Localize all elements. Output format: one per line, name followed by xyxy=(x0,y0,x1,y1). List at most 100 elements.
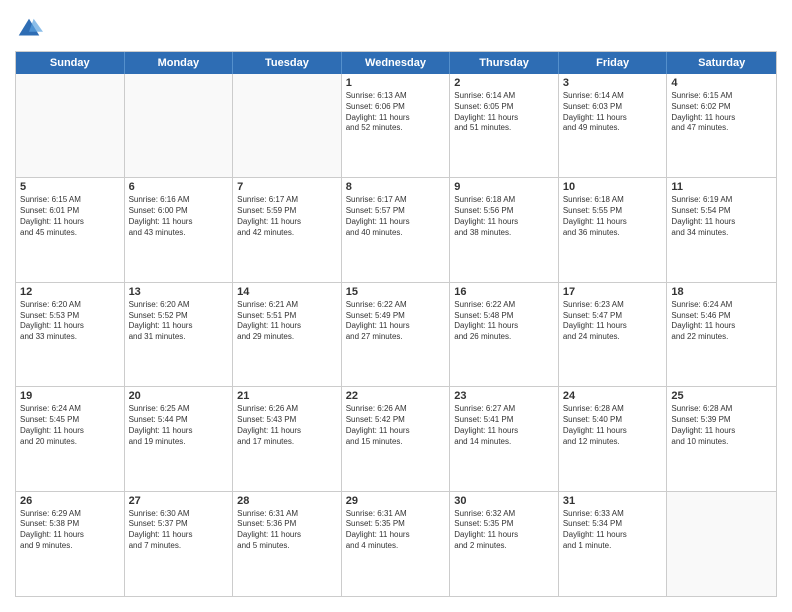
day-number: 16 xyxy=(454,286,554,298)
cell-info: Sunrise: 6:13 AM Sunset: 6:06 PM Dayligh… xyxy=(346,91,446,134)
day-number: 13 xyxy=(129,286,229,298)
cell-info: Sunrise: 6:14 AM Sunset: 6:03 PM Dayligh… xyxy=(563,91,663,134)
day-number: 1 xyxy=(346,77,446,89)
day-number: 14 xyxy=(237,286,337,298)
calendar-cell: 8 Sunrise: 6:17 AM Sunset: 5:57 PM Daylig… xyxy=(342,178,451,281)
cell-info: Sunrise: 6:18 AM Sunset: 5:56 PM Dayligh… xyxy=(454,195,554,238)
calendar-cell: 11 Sunrise: 6:19 AM Sunset: 5:54 PM Dayli… xyxy=(667,178,776,281)
cell-info: Sunrise: 6:26 AM Sunset: 5:42 PM Dayligh… xyxy=(346,404,446,447)
header xyxy=(15,15,777,43)
cell-info: Sunrise: 6:32 AM Sunset: 5:35 PM Dayligh… xyxy=(454,509,554,552)
cell-info: Sunrise: 6:31 AM Sunset: 5:35 PM Dayligh… xyxy=(346,509,446,552)
cell-info: Sunrise: 6:15 AM Sunset: 6:01 PM Dayligh… xyxy=(20,195,120,238)
cell-info: Sunrise: 6:28 AM Sunset: 5:39 PM Dayligh… xyxy=(671,404,772,447)
calendar: SundayMondayTuesdayWednesdayThursdayFrid… xyxy=(15,51,777,597)
calendar-cell: 31 Sunrise: 6:33 AM Sunset: 5:34 PM Dayli… xyxy=(559,492,668,596)
cell-info: Sunrise: 6:26 AM Sunset: 5:43 PM Dayligh… xyxy=(237,404,337,447)
day-number: 4 xyxy=(671,77,772,89)
day-number: 7 xyxy=(237,181,337,193)
cell-info: Sunrise: 6:21 AM Sunset: 5:51 PM Dayligh… xyxy=(237,300,337,343)
day-number: 15 xyxy=(346,286,446,298)
calendar-cell: 27 Sunrise: 6:30 AM Sunset: 5:37 PM Dayli… xyxy=(125,492,234,596)
calendar-cell: 24 Sunrise: 6:28 AM Sunset: 5:40 PM Dayli… xyxy=(559,387,668,490)
cell-info: Sunrise: 6:27 AM Sunset: 5:41 PM Dayligh… xyxy=(454,404,554,447)
day-number: 23 xyxy=(454,390,554,402)
cell-info: Sunrise: 6:24 AM Sunset: 5:45 PM Dayligh… xyxy=(20,404,120,447)
day-number: 5 xyxy=(20,181,120,193)
cell-info: Sunrise: 6:29 AM Sunset: 5:38 PM Dayligh… xyxy=(20,509,120,552)
day-number: 26 xyxy=(20,495,120,507)
calendar-cell: 2 Sunrise: 6:14 AM Sunset: 6:05 PM Daylig… xyxy=(450,74,559,177)
cell-info: Sunrise: 6:17 AM Sunset: 5:57 PM Dayligh… xyxy=(346,195,446,238)
cell-info: Sunrise: 6:15 AM Sunset: 6:02 PM Dayligh… xyxy=(671,91,772,134)
calendar-cell: 1 Sunrise: 6:13 AM Sunset: 6:06 PM Daylig… xyxy=(342,74,451,177)
weekday-header: Sunday xyxy=(16,52,125,74)
cell-info: Sunrise: 6:18 AM Sunset: 5:55 PM Dayligh… xyxy=(563,195,663,238)
day-number: 9 xyxy=(454,181,554,193)
day-number: 31 xyxy=(563,495,663,507)
logo-icon xyxy=(15,15,43,43)
day-number: 18 xyxy=(671,286,772,298)
calendar-header: SundayMondayTuesdayWednesdayThursdayFrid… xyxy=(16,52,776,74)
day-number: 28 xyxy=(237,495,337,507)
logo xyxy=(15,15,47,43)
day-number: 22 xyxy=(346,390,446,402)
day-number: 19 xyxy=(20,390,120,402)
cell-info: Sunrise: 6:24 AM Sunset: 5:46 PM Dayligh… xyxy=(671,300,772,343)
day-number: 11 xyxy=(671,181,772,193)
calendar-body: 1 Sunrise: 6:13 AM Sunset: 6:06 PM Daylig… xyxy=(16,74,776,596)
weekday-header: Tuesday xyxy=(233,52,342,74)
calendar-cell: 9 Sunrise: 6:18 AM Sunset: 5:56 PM Daylig… xyxy=(450,178,559,281)
cell-info: Sunrise: 6:19 AM Sunset: 5:54 PM Dayligh… xyxy=(671,195,772,238)
day-number: 27 xyxy=(129,495,229,507)
calendar-cell: 15 Sunrise: 6:22 AM Sunset: 5:49 PM Dayli… xyxy=(342,283,451,386)
cell-info: Sunrise: 6:22 AM Sunset: 5:49 PM Dayligh… xyxy=(346,300,446,343)
cell-info: Sunrise: 6:31 AM Sunset: 5:36 PM Dayligh… xyxy=(237,509,337,552)
calendar-row: 26 Sunrise: 6:29 AM Sunset: 5:38 PM Dayli… xyxy=(16,492,776,596)
calendar-cell: 30Sunrise: 6:32 AM Sunset: 5:35 PM Dayli… xyxy=(450,492,559,596)
day-number: 24 xyxy=(563,390,663,402)
cell-info: Sunrise: 6:14 AM Sunset: 6:05 PM Dayligh… xyxy=(454,91,554,134)
day-number: 10 xyxy=(563,181,663,193)
calendar-cell: 13 Sunrise: 6:20 AM Sunset: 5:52 PM Dayli… xyxy=(125,283,234,386)
cell-info: Sunrise: 6:22 AM Sunset: 5:48 PM Dayligh… xyxy=(454,300,554,343)
cell-info: Sunrise: 6:20 AM Sunset: 5:52 PM Dayligh… xyxy=(129,300,229,343)
calendar-cell: 12Sunrise: 6:20 AM Sunset: 5:53 PM Dayli… xyxy=(16,283,125,386)
cell-info: Sunrise: 6:28 AM Sunset: 5:40 PM Dayligh… xyxy=(563,404,663,447)
weekday-header: Friday xyxy=(559,52,668,74)
calendar-cell: 29 Sunrise: 6:31 AM Sunset: 5:35 PM Dayli… xyxy=(342,492,451,596)
day-number: 20 xyxy=(129,390,229,402)
calendar-cell: 17Sunrise: 6:23 AM Sunset: 5:47 PM Dayli… xyxy=(559,283,668,386)
calendar-row: 5 Sunrise: 6:15 AM Sunset: 6:01 PM Daylig… xyxy=(16,178,776,282)
calendar-cell: 28 Sunrise: 6:31 AM Sunset: 5:36 PM Dayli… xyxy=(233,492,342,596)
cell-info: Sunrise: 6:33 AM Sunset: 5:34 PM Dayligh… xyxy=(563,509,663,552)
page: SundayMondayTuesdayWednesdayThursdayFrid… xyxy=(0,0,792,612)
calendar-cell: 22 Sunrise: 6:26 AM Sunset: 5:42 PM Dayli… xyxy=(342,387,451,490)
calendar-cell: 19 Sunrise: 6:24 AM Sunset: 5:45 PM Dayli… xyxy=(16,387,125,490)
calendar-cell: 5 Sunrise: 6:15 AM Sunset: 6:01 PM Daylig… xyxy=(16,178,125,281)
calendar-cell: 3Sunrise: 6:14 AM Sunset: 6:03 PM Daylig… xyxy=(559,74,668,177)
calendar-cell xyxy=(16,74,125,177)
weekday-header: Wednesday xyxy=(342,52,451,74)
cell-info: Sunrise: 6:23 AM Sunset: 5:47 PM Dayligh… xyxy=(563,300,663,343)
calendar-cell: 4 Sunrise: 6:15 AM Sunset: 6:02 PM Daylig… xyxy=(667,74,776,177)
weekday-header: Thursday xyxy=(450,52,559,74)
calendar-row: 1 Sunrise: 6:13 AM Sunset: 6:06 PM Daylig… xyxy=(16,74,776,178)
day-number: 25 xyxy=(671,390,772,402)
day-number: 8 xyxy=(346,181,446,193)
calendar-cell: 18 Sunrise: 6:24 AM Sunset: 5:46 PM Dayli… xyxy=(667,283,776,386)
calendar-cell: 26 Sunrise: 6:29 AM Sunset: 5:38 PM Dayli… xyxy=(16,492,125,596)
calendar-cell: 23 Sunrise: 6:27 AM Sunset: 5:41 PM Dayli… xyxy=(450,387,559,490)
cell-info: Sunrise: 6:16 AM Sunset: 6:00 PM Dayligh… xyxy=(129,195,229,238)
calendar-row: 12Sunrise: 6:20 AM Sunset: 5:53 PM Dayli… xyxy=(16,283,776,387)
cell-info: Sunrise: 6:17 AM Sunset: 5:59 PM Dayligh… xyxy=(237,195,337,238)
cell-info: Sunrise: 6:30 AM Sunset: 5:37 PM Dayligh… xyxy=(129,509,229,552)
day-number: 21 xyxy=(237,390,337,402)
calendar-cell: 25 Sunrise: 6:28 AM Sunset: 5:39 PM Dayli… xyxy=(667,387,776,490)
calendar-row: 19 Sunrise: 6:24 AM Sunset: 5:45 PM Dayli… xyxy=(16,387,776,491)
day-number: 6 xyxy=(129,181,229,193)
day-number: 29 xyxy=(346,495,446,507)
calendar-cell: 14 Sunrise: 6:21 AM Sunset: 5:51 PM Dayli… xyxy=(233,283,342,386)
calendar-cell: 6 Sunrise: 6:16 AM Sunset: 6:00 PM Daylig… xyxy=(125,178,234,281)
day-number: 2 xyxy=(454,77,554,89)
